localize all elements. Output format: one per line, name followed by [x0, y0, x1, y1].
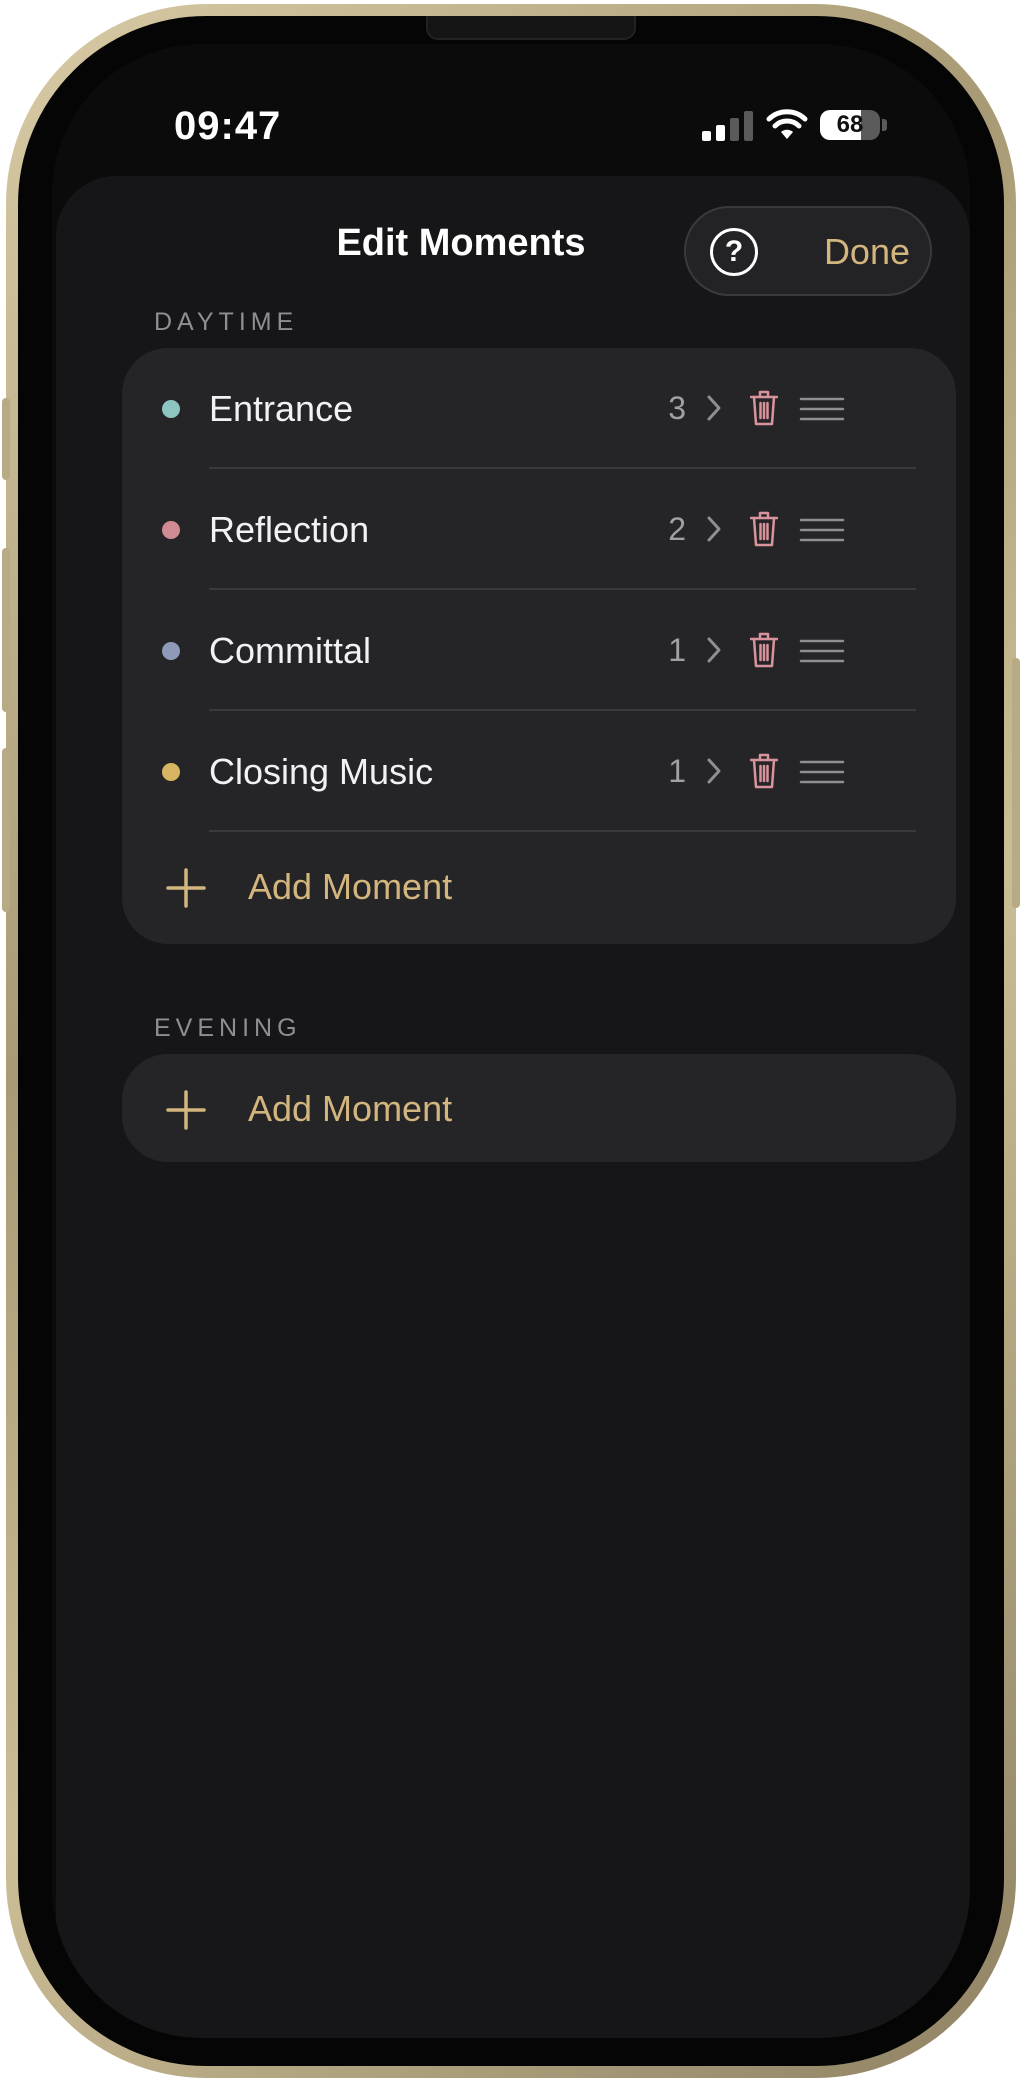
moment-label: Committal [209, 630, 372, 671]
moment-color-dot [162, 763, 180, 781]
moment-count: 3 [668, 390, 686, 426]
drag-handle-icon[interactable] [799, 396, 845, 422]
evening-card: Add Moment [122, 1054, 956, 1162]
status-time: 09:47 [174, 104, 282, 148]
speaker-grille [426, 16, 636, 40]
trash-icon[interactable] [750, 752, 778, 790]
add-moment-label: Add Moment [248, 866, 453, 907]
add-moment-label: Add Moment [248, 1088, 453, 1129]
moment-label: Closing Music [209, 751, 434, 792]
moment-count: 1 [668, 753, 686, 789]
moment-color-dot [162, 642, 180, 660]
daytime-card: Entrance 3 Reflection 2 Committal 1 Clos… [122, 348, 956, 944]
moment-count: 2 [668, 511, 686, 547]
chevron-right-icon [707, 637, 721, 663]
drag-handle-icon[interactable] [799, 517, 845, 543]
battery-icon: 68 [820, 110, 880, 140]
nav-actions: ? Done [684, 206, 932, 296]
screen: 09:47 68 Edit Moments ? Done DAYTIME Ent… [52, 44, 970, 2038]
page-title: Edit Moments [336, 222, 586, 264]
section-header-evening: EVENING [154, 1014, 302, 1042]
battery-percentage: 68 [836, 111, 864, 138]
moment-color-dot [162, 521, 180, 539]
trash-icon[interactable] [750, 631, 778, 669]
trash-icon[interactable] [750, 510, 778, 548]
chevron-right-icon [707, 395, 721, 421]
volume-down-button [2, 748, 10, 912]
edit-moments-sheet: Edit Moments ? Done DAYTIME Entrance 3 R… [56, 176, 970, 2038]
help-icon[interactable]: ? [710, 228, 758, 276]
mute-switch [2, 398, 10, 480]
drag-handle-icon[interactable] [799, 638, 845, 664]
drag-handle-icon[interactable] [799, 759, 845, 785]
done-button[interactable]: Done [824, 230, 910, 274]
moment-row[interactable]: Committal 1 [122, 590, 956, 711]
moment-count: 1 [668, 632, 686, 668]
plus-icon [166, 868, 206, 908]
volume-up-button [2, 548, 10, 712]
cellular-signal-icon [702, 111, 753, 141]
moment-row[interactable]: Closing Music 1 [122, 711, 956, 832]
section-header-daytime: DAYTIME [154, 308, 299, 336]
side-button [1012, 658, 1020, 908]
chevron-right-icon [707, 516, 721, 542]
add-moment-button[interactable]: Add Moment [122, 1054, 956, 1162]
moment-color-dot [162, 400, 180, 418]
trash-icon[interactable] [750, 389, 778, 427]
moment-label: Reflection [209, 509, 370, 550]
plus-icon [166, 1090, 206, 1130]
moment-row[interactable]: Entrance 3 [122, 348, 956, 469]
moment-row[interactable]: Reflection 2 [122, 469, 956, 590]
add-moment-button[interactable]: Add Moment [122, 832, 956, 940]
chevron-right-icon [707, 758, 721, 784]
moment-label: Entrance [209, 388, 354, 429]
battery-tip [882, 119, 887, 131]
wifi-icon [766, 109, 808, 139]
